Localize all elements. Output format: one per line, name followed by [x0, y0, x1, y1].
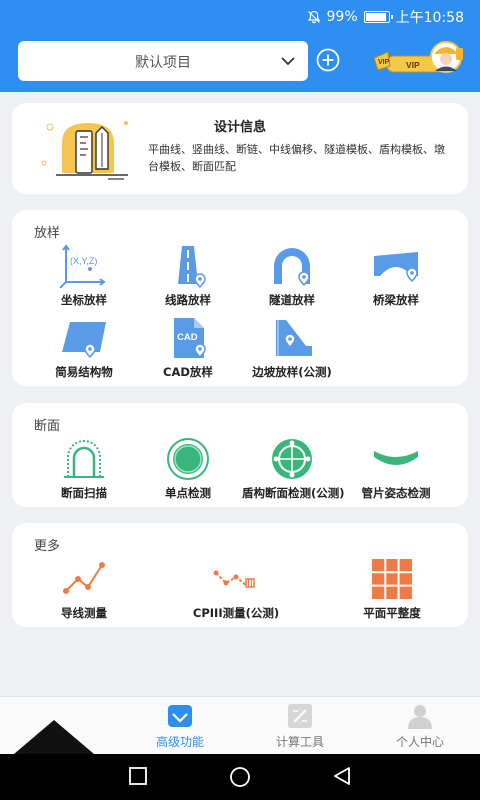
simple-structure-label: 简易结构物	[55, 365, 113, 379]
recent-apps-button[interactable]	[128, 766, 148, 786]
traverse-item[interactable]: 导线测量	[34, 557, 134, 621]
single-point-label: 单点检测	[165, 486, 211, 500]
coordinate-icon: (X,Y,Z)	[60, 244, 106, 288]
cpiii-label: CPIII测量(公测)	[192, 606, 280, 620]
section-scan-label: 断面扫描	[61, 486, 107, 500]
cad-icon-text: CAD	[177, 332, 198, 343]
bridge-stakeout-item[interactable]: 桥梁放样	[346, 244, 446, 308]
diamond-icon	[168, 705, 192, 727]
person-icon	[408, 705, 432, 729]
vip-badge[interactable]: VIP VIP	[372, 40, 464, 80]
slope-icon	[276, 320, 312, 356]
nav-advanced-features[interactable]: 高级功能	[130, 703, 230, 750]
coordinate-stakeout-item[interactable]: (X,Y,Z) 坐标放样	[34, 244, 134, 308]
section-scan-icon	[64, 440, 104, 478]
tunnel-stakeout-item[interactable]: 隧道放样	[242, 244, 342, 308]
design-info-description: 平曲线、竖曲线、断链、中线偏移、隧道模板、盾构模板、墩台模板、断面匹配	[148, 143, 445, 173]
bridge-stakeout-label: 桥梁放样	[373, 293, 419, 307]
cad-file-icon: CAD	[174, 318, 206, 359]
project-selector[interactable]: 默认项目	[18, 41, 308, 81]
single-point-icon	[167, 438, 209, 480]
flatness-icon	[372, 559, 412, 599]
cross-section-title: 断面	[34, 419, 61, 434]
section-scan-item[interactable]: 断面扫描	[34, 437, 134, 501]
bridge-icon	[374, 252, 418, 283]
nav-calc-label: 计算工具	[275, 735, 324, 749]
shield-section-icon	[272, 439, 312, 479]
route-icon	[178, 246, 206, 288]
cad-stakeout-item[interactable]: CAD CAD放样	[138, 316, 238, 380]
calculator-icon	[288, 704, 312, 728]
cpiii-item[interactable]: CPIII测量(公测)	[186, 557, 286, 621]
coordinate-icon-text: (X,Y,Z)	[70, 256, 97, 266]
flatness-item[interactable]: 平面平整度	[342, 557, 442, 621]
battery-percent: 99%	[326, 9, 358, 25]
nav-calc-tools[interactable]: 计算工具	[250, 703, 350, 750]
tunnel-icon	[274, 248, 310, 287]
cad-stakeout-label: CAD放样	[163, 365, 213, 379]
add-project-button[interactable]	[316, 48, 340, 72]
project-selected-value: 默认项目	[135, 55, 191, 71]
decorative-chevron-shape	[14, 720, 94, 754]
more-card: 更多 导线测量 CPIII测量(公测) 平面平整度	[12, 523, 468, 627]
shield-section-item[interactable]: 盾构断面检测(公测)	[242, 437, 345, 501]
traverse-label: 导线测量	[61, 606, 107, 620]
slope-stakeout-item[interactable]: 边坡放样(公测)	[242, 316, 342, 380]
tunnel-stakeout-label: 隧道放样	[269, 293, 315, 307]
structure-icon	[62, 322, 106, 359]
nav-advanced-label: 高级功能	[155, 735, 204, 749]
vip-text: VIP	[406, 60, 420, 70]
cpiii-icon	[213, 570, 255, 588]
design-info-illustration	[41, 121, 128, 180]
stakeout-card: 放样 (X,Y,Z) 坐标放样 线路放样 隧道放样 桥梁放样 简易结构物 CAD…	[12, 210, 468, 386]
system-nav-bar	[0, 754, 480, 800]
design-info-card[interactable]: 设计信息 平曲线、竖曲线、断链、中线偏移、隧道模板、盾构模板、墩台模板、断面匹配	[12, 103, 468, 194]
segment-pose-item[interactable]: 管片姿态检测	[346, 437, 446, 501]
design-info-title: 设计信息	[214, 120, 267, 135]
chevron-down-icon	[281, 57, 295, 66]
vip-text-small: VIP	[378, 59, 390, 66]
home-button[interactable]	[229, 766, 251, 788]
segment-pose-label: 管片姿态检测	[361, 486, 431, 500]
single-point-item[interactable]: 单点检测	[138, 437, 238, 501]
flatness-label: 平面平整度	[363, 606, 421, 620]
route-stakeout-item[interactable]: 线路放样	[138, 244, 238, 308]
coordinate-stakeout-label: 坐标放样	[61, 293, 107, 307]
status-bar: 99% 上午10:58	[0, 0, 480, 32]
stakeout-section-title: 放样	[34, 226, 61, 241]
slope-stakeout-label: 边坡放样(公测)	[252, 365, 332, 379]
simple-structure-item[interactable]: 简易结构物	[34, 316, 134, 380]
traverse-icon	[63, 562, 105, 594]
status-time: 上午10:58	[395, 10, 464, 26]
app-header: 99% 上午10:58 默认项目 VIP VIP	[0, 0, 480, 92]
mute-bell-icon	[307, 10, 320, 24]
cross-section-card: 断面 断面扫描 单点检测 盾构断面检测(公测) 管片姿态检测	[12, 403, 468, 507]
back-button[interactable]	[332, 766, 352, 786]
nav-personal-label: 个人中心	[395, 735, 444, 749]
route-stakeout-label: 线路放样	[165, 293, 211, 307]
shield-section-label: 盾构断面检测(公测)	[242, 486, 345, 500]
more-section-title: 更多	[34, 539, 61, 554]
battery-icon	[363, 11, 393, 23]
segment-pose-icon	[374, 451, 418, 465]
nav-personal-center[interactable]: 个人中心	[370, 703, 470, 750]
